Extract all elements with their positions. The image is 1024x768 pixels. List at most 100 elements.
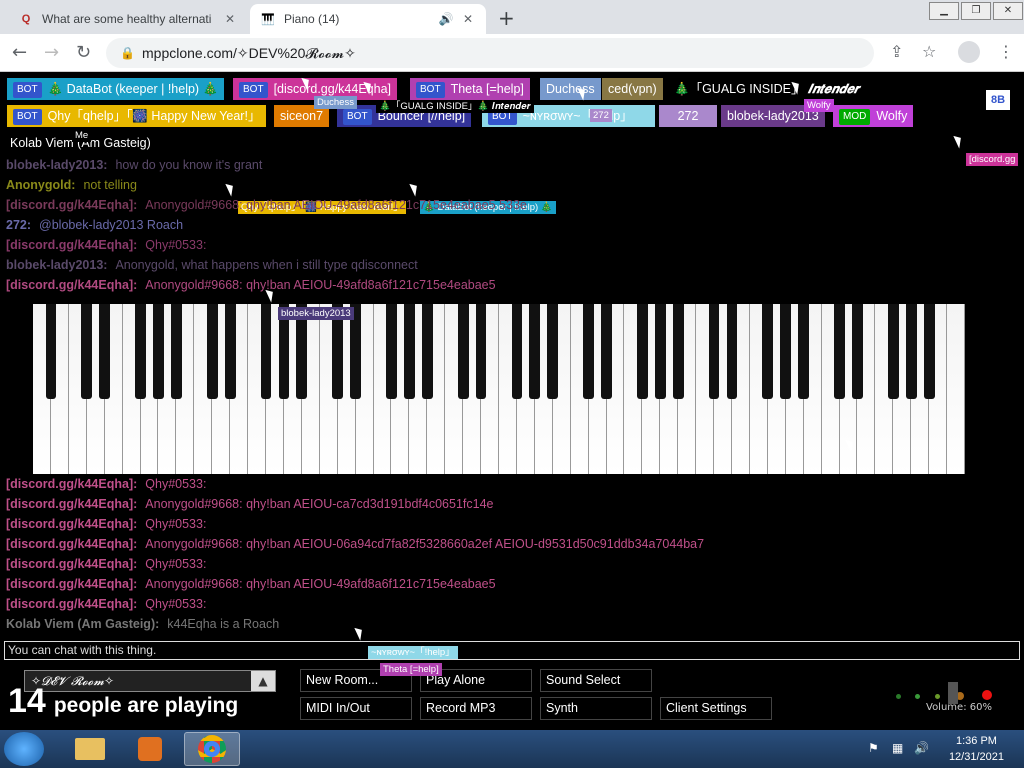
chat-username: [discord.gg/k44Eqha]:	[6, 497, 138, 511]
user-name-ced[interactable]: ced(vpn)	[602, 78, 663, 100]
midi-button[interactable]: MIDI In/Out	[300, 697, 412, 720]
black-key[interactable]	[153, 304, 164, 399]
lock-icon: 🔒	[120, 46, 135, 60]
black-key[interactable]	[905, 304, 917, 399]
forward-icon[interactable]: →	[44, 42, 59, 63]
black-key[interactable]	[135, 304, 146, 399]
system-clock[interactable]: 1:36 PM 12/31/2021	[949, 733, 1004, 765]
close-icon[interactable]: ✕	[222, 12, 238, 26]
volume-led	[935, 694, 940, 699]
user-name-databot[interactable]: BOT 🎄 DataBot (keeper | !help) 🎄	[7, 78, 225, 100]
back-icon[interactable]: ←	[12, 42, 27, 63]
browser-tab-piano[interactable]: 🎹 Piano (14) 🔊 ✕	[250, 4, 486, 34]
chat-text: Anonygold#9668: qhy!ban AEIOU-ca7cd3d191…	[145, 497, 494, 511]
chat-message: [discord.gg/k44Eqha]: Anonygold#9668: qhy…	[6, 494, 1016, 514]
chat-username: blobek-lady2013:	[6, 258, 108, 272]
black-key[interactable]	[171, 304, 182, 399]
white-key[interactable]	[947, 304, 965, 474]
sound-select-button[interactable]: Sound Select	[540, 669, 652, 692]
client-settings-button[interactable]: Client Settings	[660, 697, 772, 720]
black-key[interactable]	[421, 304, 433, 399]
chat-username: Kolab Viem (Am Gasteig):	[6, 617, 160, 631]
network-icon[interactable]: ▦	[892, 741, 903, 755]
black-key[interactable]	[726, 304, 738, 399]
chat-username: [discord.gg/k44Eqha]:	[6, 477, 138, 491]
black-key[interactable]	[511, 304, 523, 399]
user-name-272[interactable]: 272	[659, 105, 717, 127]
volume-knob[interactable]	[948, 682, 958, 704]
start-button[interactable]	[4, 732, 44, 766]
profile-avatar[interactable]	[958, 41, 980, 63]
black-key[interactable]	[457, 304, 469, 399]
chrome-icon[interactable]	[184, 732, 240, 766]
user-name-intender[interactable]: 𝑰𝒏𝒕𝒆𝒏𝒅𝒆𝒓	[802, 78, 866, 100]
bot-tag: BOT	[416, 81, 445, 98]
user-name-theta[interactable]: BOT Theta [=help]	[410, 78, 530, 100]
black-key[interactable]	[852, 304, 863, 399]
chat-username: [discord.gg/k44Eqha]:	[6, 198, 138, 212]
black-key[interactable]	[672, 304, 684, 399]
piano-icon: 🎹	[261, 13, 275, 26]
chevron-up-icon[interactable]: ▲	[251, 671, 275, 691]
maximize-button[interactable]: ❐	[961, 2, 991, 20]
url-field[interactable]: 🔒 mppclone.com/✧DEV%20𝓡𝓸𝓸𝓶✧	[106, 38, 874, 68]
black-key[interactable]	[762, 304, 774, 399]
cursor-label-me: Me	[72, 129, 92, 142]
black-key[interactable]	[386, 304, 397, 399]
chat-input[interactable]: You can chat with this thing.	[4, 641, 1020, 660]
new-tab-button[interactable]: +	[498, 6, 515, 30]
share-icon[interactable]: ⇪	[890, 42, 903, 61]
chat-message: [discord.gg/k44Eqha]: Qhy#0533:	[6, 514, 1016, 534]
black-key[interactable]	[654, 304, 666, 399]
menu-icon[interactable]: ⋮	[998, 42, 1014, 61]
speaker-icon[interactable]: 🔊	[914, 741, 929, 755]
chat-text: Qhy#0533:	[145, 557, 207, 571]
volume-led	[982, 690, 992, 700]
black-key[interactable]	[637, 304, 648, 399]
black-key[interactable]	[547, 304, 559, 399]
mute-icon[interactable]: 🔊	[438, 12, 454, 26]
bot-tag: BOT	[343, 108, 372, 125]
chat-text: not telling	[83, 178, 137, 192]
tab-title: What are some healthy alternati	[42, 12, 212, 26]
black-key[interactable]	[583, 304, 594, 399]
user-name-wolfy[interactable]: MOD Wolfy	[833, 105, 914, 127]
black-key[interactable]	[224, 304, 236, 399]
black-key[interactable]	[475, 304, 487, 399]
user-name-duchess[interactable]: Duchess	[540, 78, 601, 100]
black-key[interactable]	[529, 304, 541, 399]
bookmark-star-icon[interactable]: ☆	[922, 42, 936, 61]
chat-text: Anonygold#9668: qhy!ban AEIOU-49afd8a6f1…	[145, 278, 496, 292]
black-key[interactable]	[887, 304, 899, 399]
record-mp3-button[interactable]: Record MP3	[420, 697, 532, 720]
network-error-icon[interactable]: ⚑	[868, 741, 879, 755]
close-icon[interactable]: ✕	[460, 12, 476, 26]
black-key[interactable]	[923, 304, 935, 399]
user-name-qhy[interactable]: BOT Qhy「qhelp」「🎆 Happy New Year!」	[7, 105, 267, 127]
black-key[interactable]	[834, 304, 845, 399]
black-key[interactable]	[99, 304, 111, 399]
black-key[interactable]	[708, 304, 720, 399]
file-explorer-icon[interactable]	[62, 732, 118, 766]
black-key[interactable]	[404, 304, 415, 399]
black-key[interactable]	[798, 304, 810, 399]
black-key[interactable]	[45, 304, 57, 399]
black-key[interactable]	[601, 304, 612, 399]
close-window-button[interactable]: ✕	[993, 2, 1023, 20]
chat-message: 272: @blobek-lady2013 Roach	[6, 215, 1016, 235]
black-key[interactable]	[260, 304, 272, 399]
piano-keyboard[interactable]	[33, 304, 965, 474]
volume-led	[915, 694, 920, 699]
black-key[interactable]	[81, 304, 93, 399]
minimize-button[interactable]: ▁	[929, 2, 959, 20]
layout-toggle-button[interactable]: 8B	[986, 90, 1011, 110]
window-controls: ▁ ❐ ✕	[928, 0, 1024, 20]
chat-log-bottom: [discord.gg/k44Eqha]: Qhy#0533: [discord.…	[6, 474, 1016, 634]
media-player-icon[interactable]	[122, 732, 178, 766]
bot-tag: BOT	[13, 81, 42, 98]
browser-tab-quora[interactable]: Q What are some healthy alternati ✕	[8, 4, 248, 34]
reload-icon[interactable]: ↻	[76, 42, 91, 63]
synth-button[interactable]: Synth	[540, 697, 652, 720]
black-key[interactable]	[206, 304, 218, 399]
black-key[interactable]	[780, 304, 792, 399]
